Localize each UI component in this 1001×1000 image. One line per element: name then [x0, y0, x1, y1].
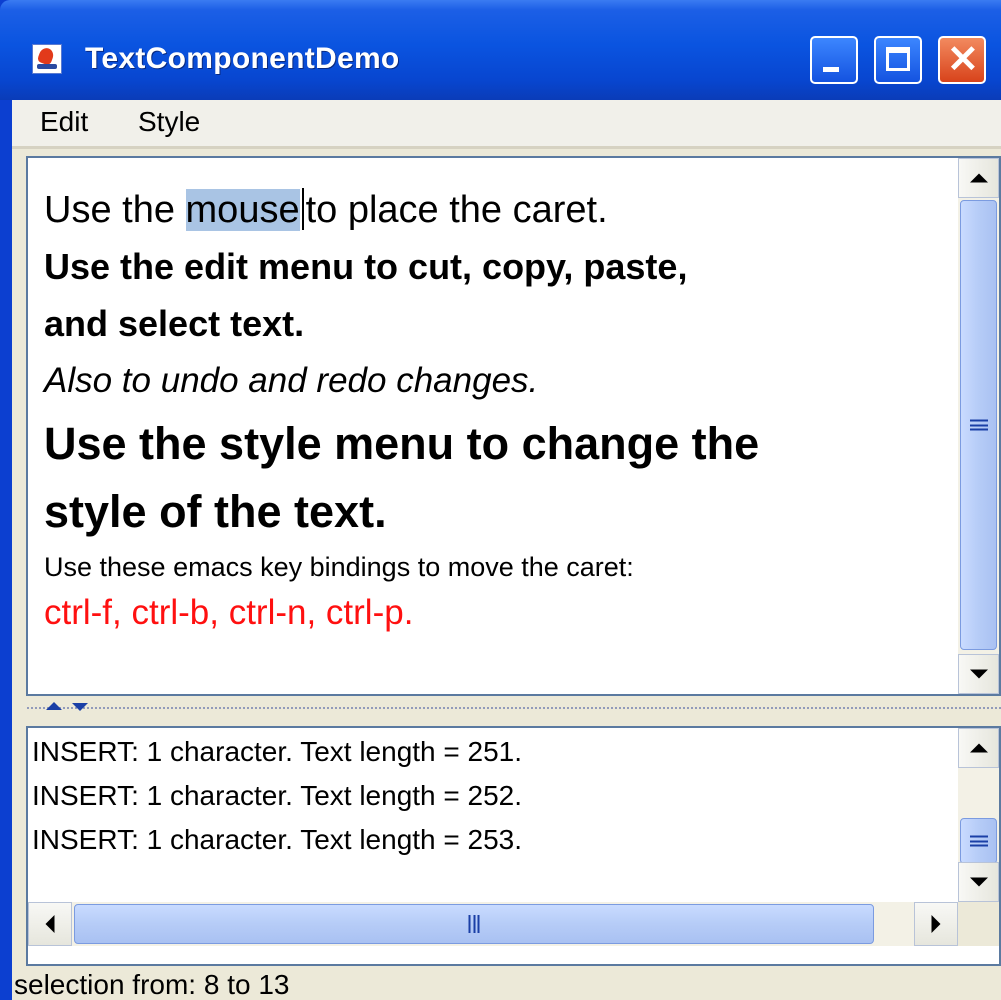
menu-bar: Edit Style	[12, 100, 1001, 149]
styled-document[interactable]: Use the mouse to place the caret. Use the…	[44, 182, 944, 638]
text-pane[interactable]: Use the mouse to place the caret. Use the…	[26, 156, 1001, 696]
grip-icon	[969, 419, 988, 431]
scrollbar-corner	[958, 902, 999, 946]
close-button[interactable]: ✕	[938, 36, 986, 84]
scroll-up-button[interactable]	[958, 728, 999, 768]
minimize-icon	[823, 67, 839, 72]
selected-text: mouse	[185, 189, 300, 231]
doc-line-2: Use the edit menu to cut, copy, paste,	[44, 246, 688, 287]
menu-style[interactable]: Style	[138, 106, 200, 138]
arrow-down-icon	[969, 669, 988, 679]
close-icon: ✕	[947, 39, 979, 81]
change-log-pane[interactable]: INSERT: 1 character. Text length = 251. …	[26, 726, 1001, 966]
scroll-down-button[interactable]	[958, 862, 999, 902]
doc-line-7: Use these emacs key bindings to move the…	[44, 552, 634, 582]
log-vertical-scrollbar[interactable]	[958, 728, 999, 902]
arrow-up-icon	[969, 173, 988, 183]
doc-line-6: style of the text.	[44, 486, 387, 537]
maximize-icon	[886, 47, 910, 71]
doc-line-4: Also to undo and redo changes.	[44, 361, 539, 400]
arrow-down-icon	[969, 877, 988, 887]
application-window: TextComponentDemo ✕ Edit Style Use the m…	[0, 0, 1001, 1000]
scroll-down-button[interactable]	[958, 654, 999, 694]
collapse-down-icon[interactable]	[72, 703, 88, 711]
grip-icon	[969, 835, 988, 847]
arrow-left-icon	[45, 915, 55, 933]
log-line: INSERT: 1 character. Text length = 251.	[32, 736, 523, 767]
change-log: INSERT: 1 character. Text length = 251. …	[32, 730, 522, 862]
doc-line-1: Use the mouse to place the caret.	[44, 182, 944, 238]
arrow-right-icon	[931, 915, 941, 933]
log-line: INSERT: 1 character. Text length = 253.	[32, 824, 523, 855]
text-caret	[301, 188, 304, 230]
split-pane-divider[interactable]	[26, 698, 1001, 722]
log-line: INSERT: 1 character. Text length = 252.	[32, 780, 523, 811]
minimize-button[interactable]	[810, 36, 858, 84]
collapse-up-icon[interactable]	[46, 702, 62, 710]
scroll-left-button[interactable]	[28, 902, 72, 946]
status-bar: selection from: 8 to 13	[14, 969, 290, 1000]
window-content: Edit Style Use the mouse to place the car…	[12, 100, 1001, 1000]
grip-icon	[468, 915, 480, 933]
scroll-right-button[interactable]	[914, 902, 958, 946]
scroll-thumb[interactable]	[960, 818, 997, 864]
scroll-thumb[interactable]	[960, 200, 997, 650]
title-bar[interactable]: TextComponentDemo ✕	[0, 0, 1001, 100]
maximize-button[interactable]	[874, 36, 922, 84]
doc-line-8: ctrl-f, ctrl-b, ctrl-n, ctrl-p.	[44, 593, 414, 632]
window-title: TextComponentDemo	[85, 42, 400, 75]
doc-line-1-before: Use the	[44, 189, 186, 231]
arrow-up-icon	[969, 743, 988, 753]
doc-line-3: and select text.	[44, 303, 305, 344]
menu-edit[interactable]: Edit	[40, 106, 88, 138]
scroll-thumb[interactable]	[74, 904, 874, 944]
scroll-up-button[interactable]	[958, 158, 999, 198]
text-pane-vertical-scrollbar[interactable]	[958, 158, 999, 694]
doc-line-1-after: to place the caret.	[305, 189, 608, 231]
log-horizontal-scrollbar[interactable]	[28, 902, 958, 946]
java-cup-icon[interactable]	[32, 44, 62, 74]
doc-line-5: Use the style menu to change the	[44, 418, 760, 469]
